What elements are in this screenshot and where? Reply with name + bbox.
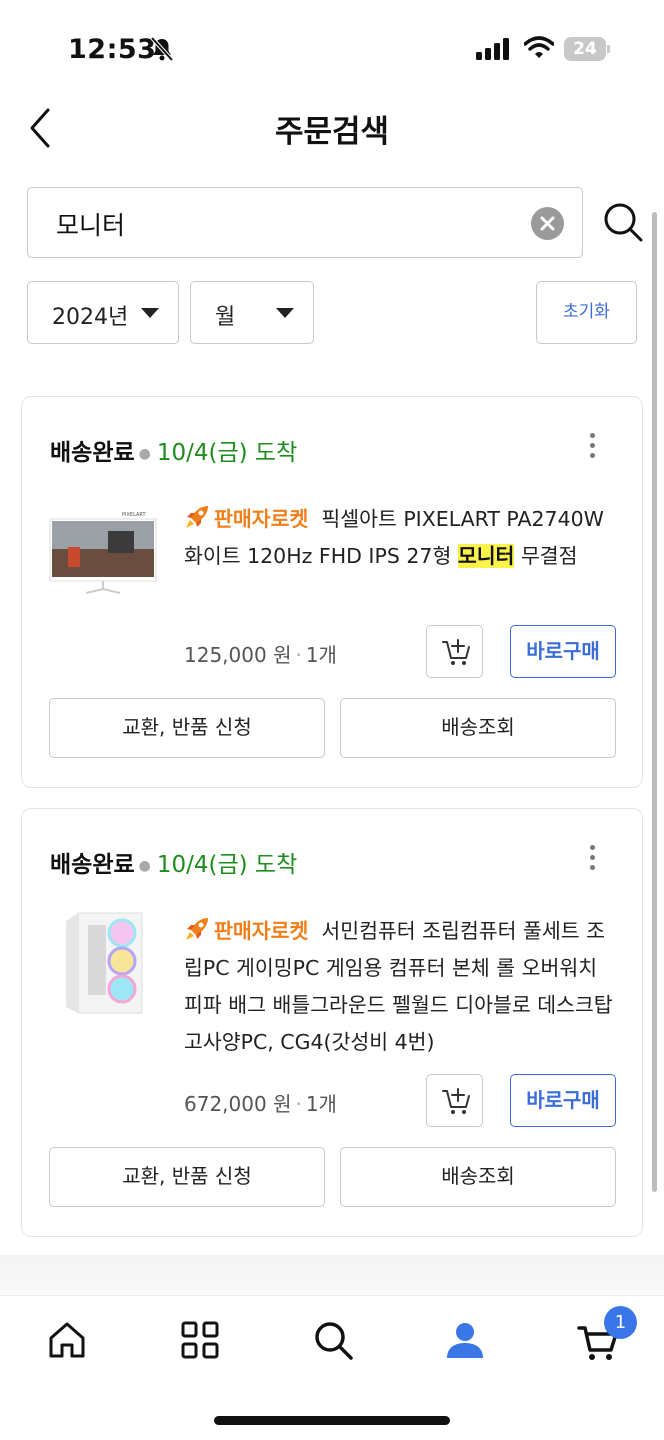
my-page-icon[interactable] <box>443 1318 487 1362</box>
product-thumbnail[interactable]: PIXELART <box>48 507 158 617</box>
quantity: 1개 <box>305 1092 337 1116</box>
add-to-cart-button[interactable] <box>426 1074 483 1127</box>
search-input[interactable]: 모니터 <box>27 187 583 258</box>
caret-down-icon <box>276 308 294 318</box>
buy-now-button[interactable]: 바로구매 <box>510 1074 616 1127</box>
order-status-line: 배송완료 ● 10/4(금) 도착 <box>50 845 297 879</box>
category-icon[interactable] <box>178 1318 222 1362</box>
order-status: 배송완료 <box>50 852 135 878</box>
reset-button[interactable]: 초기화 <box>536 281 637 344</box>
pc-case-product-image <box>66 912 143 1014</box>
cart-count-badge: 1 <box>604 1306 637 1339</box>
monitor-product-image: PIXELART <box>49 512 157 594</box>
price-line: 672,000 원 · 1개 <box>184 1088 337 1117</box>
wifi-icon <box>524 36 554 58</box>
price: 125,000 원 <box>184 643 292 667</box>
rocket-icon <box>186 506 208 528</box>
signal-icon <box>476 38 509 60</box>
order-card: 배송완료 ● 10/4(금) 도착 PIXELART 판매자로켓 픽셀아트 PIXE… <box>21 396 643 788</box>
clear-icon[interactable] <box>531 207 564 240</box>
search-query[interactable]: 모니터 <box>56 206 125 242</box>
product-thumbnail[interactable] <box>48 909 158 1019</box>
scrollbar[interactable] <box>652 212 657 1192</box>
thumb-brand-text: PIXELART <box>122 512 147 518</box>
status-time: 12:53 <box>68 34 157 65</box>
battery-icon: 24 <box>564 37 606 61</box>
separator-dot: · <box>295 1092 302 1116</box>
more-options-icon[interactable] <box>588 845 596 875</box>
buy-now-button[interactable]: 바로구매 <box>510 625 616 678</box>
status-bar: 12:53 24 <box>0 0 664 100</box>
page-title: 주문검색 <box>274 114 390 150</box>
track-delivery-button[interactable]: 배송조회 <box>340 1147 616 1207</box>
caret-down-icon <box>141 308 159 318</box>
bell-off-icon <box>150 36 174 62</box>
search-highlight: 모니터 <box>457 544 515 568</box>
search-icon[interactable] <box>602 201 644 243</box>
month-select-value: 월 <box>215 305 236 330</box>
arrival-date: 10/4(금) 도착 <box>156 440 298 466</box>
home-icon[interactable] <box>45 1318 89 1362</box>
battery-tip <box>607 45 610 53</box>
separator-dot: ● <box>138 857 151 874</box>
more-options-icon[interactable] <box>588 433 596 463</box>
cart-plus-icon <box>442 639 470 665</box>
exchange-return-button[interactable]: 교환, 반품 신청 <box>49 1147 325 1207</box>
separator-dot: · <box>295 643 302 667</box>
price: 672,000 원 <box>184 1092 292 1116</box>
add-to-cart-button[interactable] <box>426 625 483 678</box>
product-title[interactable]: 판매자로켓 픽셀아트 PIXELART PA2740W 화이트 120Hz FH… <box>184 501 614 575</box>
quantity: 1개 <box>305 643 337 667</box>
product-title-suffix: 무결점 <box>514 544 578 568</box>
search-icon[interactable] <box>311 1318 355 1362</box>
seller-rocket-badge: 판매자로켓 <box>214 919 309 943</box>
seller-rocket-badge: 판매자로켓 <box>214 507 309 531</box>
order-card: 배송완료 ● 10/4(금) 도착 판매자로켓 서민컴퓨터 조립컴퓨터 풀세트 조립… <box>21 808 643 1237</box>
order-status: 배송완료 <box>50 440 135 466</box>
separator-dot: ● <box>138 445 151 462</box>
arrival-date: 10/4(금) 도착 <box>156 852 298 878</box>
price-line: 125,000 원 · 1개 <box>184 639 337 668</box>
rocket-icon <box>186 918 208 940</box>
product-title[interactable]: 판매자로켓 서민컴퓨터 조립컴퓨터 풀세트 조립PC 게이밍PC 게임용 컴퓨터… <box>184 913 614 1061</box>
home-indicator[interactable] <box>214 1416 450 1425</box>
year-select-value: 2024년 <box>52 305 129 330</box>
order-status-line: 배송완료 ● 10/4(금) 도착 <box>50 433 297 467</box>
exchange-return-button[interactable]: 교환, 반품 신청 <box>49 698 325 758</box>
close-icon <box>540 216 555 231</box>
content-end-band <box>0 1255 664 1295</box>
month-select[interactable]: 월 <box>190 281 314 344</box>
track-delivery-button[interactable]: 배송조회 <box>340 698 616 758</box>
cart-plus-icon <box>442 1088 470 1114</box>
year-select[interactable]: 2024년 <box>27 281 179 344</box>
